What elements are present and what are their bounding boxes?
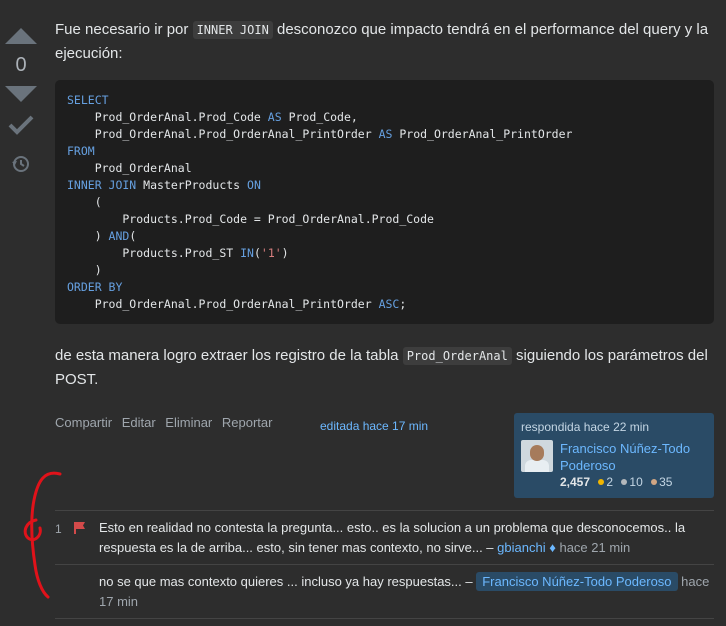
reputation-line: 2,457 2 10 35 [560, 475, 672, 489]
code-line: SELECT [67, 93, 109, 107]
avatar[interactable] [521, 440, 553, 472]
comment-text: no se que mas contexto quieres ... inclu… [99, 574, 477, 589]
vote-count: 0 [15, 54, 27, 76]
comment-user-link[interactable]: Francisco Núñez-Todo Poderoso [476, 572, 678, 591]
edit-link[interactable]: Editar [122, 415, 156, 430]
answer-paragraph-1: Fue necesario ir por INNER JOIN desconoz… [55, 18, 715, 66]
comment-item: no se que mas contexto quieres ... inclu… [55, 564, 714, 618]
moderator-diamond-icon: ♦ [549, 540, 556, 555]
flag-icon[interactable] [73, 521, 87, 535]
answered-time: respondida hace 22 min [521, 420, 650, 434]
code-line: Products.Prod_ST IN('1') [67, 246, 289, 260]
edited-link[interactable]: editada hace 17 min [320, 419, 428, 433]
user-name-link[interactable]: Francisco Núñez-Todo Poderoso [560, 440, 710, 474]
inline-code-table: Prod_OrderAnal [402, 347, 512, 365]
code-line: ) [67, 263, 102, 277]
silver-badge-count: 10 [629, 475, 643, 489]
code-line: Prod_OrderAnal.Prod_OrderAnal_PrintOrder… [67, 297, 407, 311]
code-line: Prod_OrderAnal [67, 161, 192, 175]
code-line: ORDER BY [67, 280, 123, 294]
answer-paragraph-2: de esta manera logro extraer los registr… [55, 344, 715, 392]
comment-time[interactable]: hace 21 min [556, 540, 630, 555]
code-line: INNER JOIN MasterProducts ON [67, 178, 261, 192]
report-link[interactable]: Reportar [222, 415, 273, 430]
post-actions: Compartir Editar Eliminar Reportar [55, 415, 278, 430]
sql-code-block: SELECT Prod_OrderAnal.Prod_Code AS Prod_… [55, 80, 714, 324]
upvote-arrow-icon[interactable] [5, 28, 37, 44]
downvote-arrow-icon[interactable] [5, 86, 37, 102]
code-line: Products.Prod_Code = Prod_OrderAnal.Prod… [67, 212, 434, 226]
para2-text-a: de esta manera logro extraer los registr… [55, 347, 403, 364]
comment-user-link[interactable]: gbianchi [497, 540, 545, 555]
gold-badge-icon [598, 479, 605, 485]
gold-badge-count: 2 [606, 475, 614, 489]
comment-score: 1 [55, 522, 62, 536]
code-line: Prod_OrderAnal.Prod_OrderAnal_PrintOrder… [67, 127, 573, 141]
reputation-score: 2,457 [560, 475, 591, 489]
silver-badge-icon [621, 479, 628, 485]
vote-panel: 0 [0, 20, 42, 178]
code-line: FROM [67, 144, 95, 158]
comments-list: 1 Esto en realidad no contesta la pregun… [55, 510, 714, 619]
code-line: Prod_OrderAnal.Prod_Code AS Prod_Code, [67, 110, 358, 124]
bronze-badge-icon [651, 479, 658, 485]
comment-item: 1 Esto en realidad no contesta la pregun… [55, 510, 714, 564]
delete-link[interactable]: Eliminar [165, 415, 212, 430]
accept-check-icon[interactable] [7, 112, 35, 138]
bronze-badge-count: 35 [659, 475, 673, 489]
inline-code-inner-join: INNER JOIN [192, 21, 273, 39]
history-icon[interactable] [11, 154, 31, 174]
share-link[interactable]: Compartir [55, 415, 112, 430]
para1-text-a: Fue necesario ir por [55, 21, 193, 38]
user-card: respondida hace 22 min Francisco Núñez-T… [514, 413, 714, 498]
code-line: ( [67, 195, 102, 209]
code-line: ) AND( [67, 229, 137, 243]
